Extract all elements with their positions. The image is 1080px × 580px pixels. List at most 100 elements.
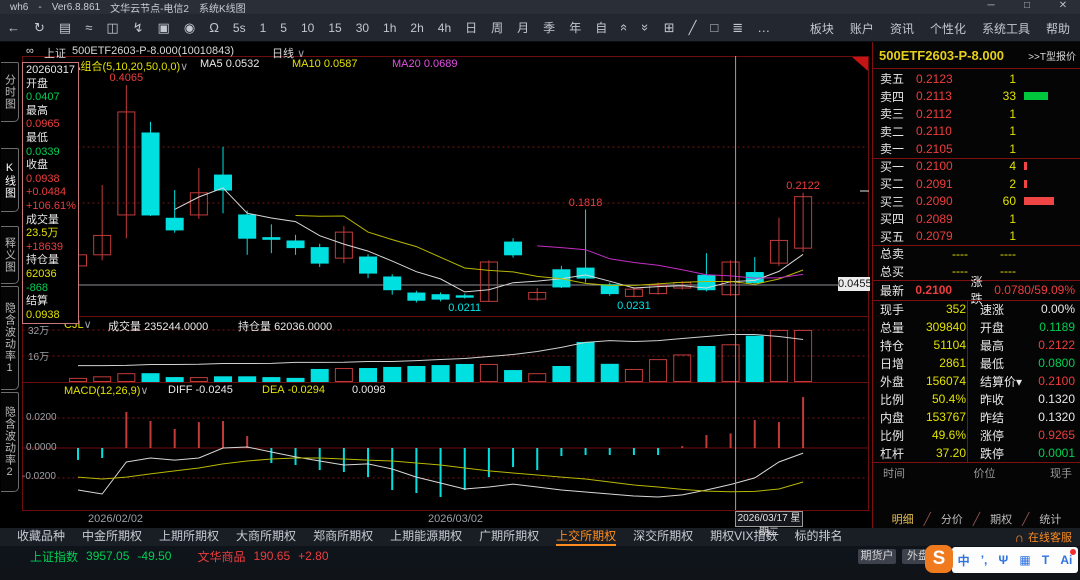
ma20-legend: MA20 0.0689	[392, 58, 458, 70]
info-line: 最高	[26, 104, 48, 117]
volume-bar	[93, 376, 112, 382]
x-axis-date-1: 2026/02/02	[88, 513, 144, 525]
ma10-line	[295, 215, 804, 286]
contract-symbol[interactable]: 500ETF2603-P-8.000(10010843)	[72, 45, 234, 57]
candle-body[interactable]	[431, 294, 450, 300]
info-line: -868	[26, 281, 49, 294]
volume-legend: 成交量 235244.0000	[108, 321, 209, 333]
volume-bar	[189, 377, 208, 382]
volume-bar	[455, 363, 474, 382]
volume-bar	[528, 373, 547, 382]
volume-bar	[600, 363, 619, 382]
volume-bar	[359, 368, 378, 382]
info-line: 最低	[26, 131, 48, 144]
candle-body[interactable]	[383, 276, 402, 291]
candle-body[interactable]	[238, 214, 257, 239]
futures-account-button[interactable]: 期货户	[858, 549, 896, 564]
ime-toolbar[interactable]: 中 ’, Ψ ▦ T Ai	[952, 547, 1078, 573]
volume-bar	[334, 368, 353, 382]
volume-bar	[286, 377, 305, 382]
candle-body[interactable]	[165, 217, 184, 231]
ime-lang-icon[interactable]: 中	[958, 552, 970, 569]
info-line: 0.0938	[26, 172, 60, 185]
volume-bar	[673, 354, 692, 382]
info-line: 成交量	[26, 213, 59, 226]
ime-mic-icon[interactable]: Ψ	[999, 553, 1009, 567]
info-line: 0.0938	[26, 308, 60, 321]
candle-body[interactable]	[286, 240, 305, 249]
volume-bar	[504, 370, 523, 382]
crosshair-price-box: 0.0455	[838, 277, 872, 291]
volume-bar	[479, 363, 498, 382]
volume-bar	[69, 377, 87, 382]
volume-bar	[117, 373, 136, 382]
chevron-down-icon: ∨	[180, 61, 189, 73]
info-line: 20260317	[26, 64, 75, 76]
macd-indicator-label[interactable]: MACD(12,26,9)∨	[64, 384, 148, 397]
candle-body[interactable]	[141, 132, 160, 216]
exchange-label: 上证	[44, 48, 66, 60]
volume-bar	[721, 344, 740, 382]
info-line: 23.5万	[26, 227, 59, 240]
macd-tick-pos: 0.0200	[26, 412, 57, 423]
ime-ai-icon[interactable]: Ai	[1060, 553, 1072, 567]
macd-diff-legend: DIFF -0.0245	[168, 384, 233, 396]
candle-body[interactable]	[262, 237, 281, 240]
volume-bar	[407, 366, 426, 382]
ime-punct-icon[interactable]: ’,	[981, 553, 988, 567]
volume-bar	[745, 335, 764, 382]
vol-tick-16: 16万	[28, 352, 50, 363]
info-line: 结算	[26, 295, 48, 308]
candle-body[interactable]	[600, 284, 619, 295]
candle-body[interactable]	[407, 292, 426, 301]
info-line: 0.0339	[26, 145, 60, 158]
candle-body[interactable]	[504, 241, 523, 256]
volume-bar	[141, 373, 160, 382]
crosshair-date-box: 2026/03/17 星期二	[735, 511, 803, 538]
volume-bar	[165, 377, 184, 382]
link-icon[interactable]: ∞	[26, 45, 34, 57]
macd-bar-value: 0.0098	[352, 384, 386, 396]
ma10-legend: MA10 0.0587	[292, 58, 358, 70]
oi-line	[78, 334, 804, 367]
info-line: 收盘	[26, 159, 48, 172]
ma5-legend: MA5 0.0532	[200, 58, 260, 70]
volume-bar	[214, 376, 233, 382]
volume-bar	[238, 376, 257, 382]
sogou-ime-logo[interactable]: S	[925, 545, 953, 573]
notification-dot	[1070, 549, 1076, 555]
price-annotation: 0.1818	[568, 196, 603, 209]
info-line: 0.0407	[26, 91, 60, 104]
volume-bar	[624, 368, 643, 382]
volume-bar	[697, 346, 716, 382]
oi-legend: 持仓量 62036.0000	[238, 321, 333, 333]
volume-bar	[552, 366, 571, 382]
volume-bar	[431, 365, 450, 382]
info-line: 开盘	[26, 77, 48, 90]
kline-chart-canvas[interactable]	[0, 0, 1080, 580]
ime-keyboard-icon[interactable]: ▦	[1019, 553, 1030, 567]
candle-body[interactable]	[310, 247, 329, 264]
price-annotation: 0.4065	[109, 72, 144, 85]
info-line: +18639	[26, 240, 64, 253]
volume-bar	[262, 377, 281, 382]
vol-tick-32: 32万	[28, 326, 50, 337]
macd-dea-legend: DEA -0.0294	[262, 384, 325, 396]
corner-flag	[852, 57, 868, 71]
volume-bar	[649, 359, 668, 382]
candle-body[interactable]	[455, 295, 474, 298]
ime-skin-icon[interactable]: T	[1042, 553, 1049, 567]
macd-tick-neg: -0.0200	[22, 471, 56, 482]
volume-bar	[576, 341, 595, 382]
info-line: 持仓量	[26, 254, 59, 267]
info-line: 62036	[26, 267, 57, 280]
price-annotation: 0.0211	[448, 301, 482, 314]
macd-tick-zero: 0.0000	[26, 442, 57, 453]
candle-body[interactable]	[359, 256, 378, 274]
info-line: +0.0484	[26, 186, 67, 199]
wenhua-trading-app: { "window": { "app": "wh6", "sep": "-", …	[0, 0, 1080, 580]
x-axis-date-2: 2026/03/02	[428, 513, 484, 525]
volume-bar	[310, 368, 329, 382]
info-line: 0.0965	[26, 118, 60, 131]
ohlc-info-panel: 20260317 开盘 0.0407 最高 0.0965 最低 0.0339 收盘 0.0938…	[22, 62, 79, 324]
